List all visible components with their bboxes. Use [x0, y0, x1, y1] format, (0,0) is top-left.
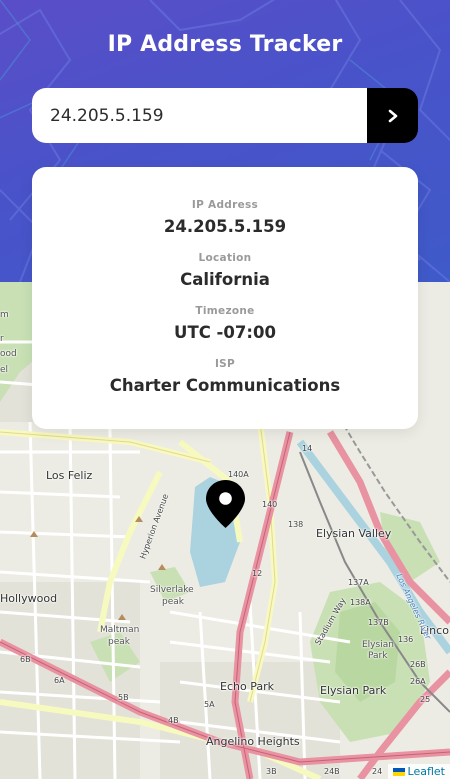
- timezone-value: UTC -07:00: [174, 323, 276, 342]
- map-label-edge-el: el: [0, 365, 9, 375]
- map-exit-label: 12: [252, 569, 263, 578]
- map-label-edge-r: r: [0, 334, 4, 344]
- map-exit-label: 137A: [348, 578, 369, 587]
- map-exit-label: 24B: [324, 767, 340, 776]
- map-label-maltman: Maltman: [100, 625, 140, 635]
- map-exit-label: 3B: [266, 767, 277, 776]
- map-exit-label: 6B: [20, 655, 31, 664]
- chevron-right-icon: [388, 109, 397, 122]
- map-label-silverlake: Silverlake: [150, 585, 194, 595]
- ip-address-value: 24.205.5.159: [163, 217, 287, 236]
- map-label-elysian-park: Elysian Park: [320, 684, 387, 697]
- map-exit-label: 137B: [368, 618, 389, 627]
- ip-search-form: [32, 88, 418, 143]
- map-label-hollywood: Hollywood: [0, 592, 58, 605]
- isp-value: Charter Communications: [109, 376, 341, 395]
- map-exit-label: 5B: [118, 693, 129, 702]
- map-exit-label: 140A: [228, 470, 249, 479]
- map-attribution[interactable]: Leaflet: [387, 764, 450, 779]
- map-exit-label: 24: [372, 767, 383, 776]
- map-exit-label: 138A: [350, 598, 371, 607]
- map-exit-label: 14: [302, 444, 313, 453]
- map-exit-label: 25: [420, 695, 431, 704]
- map-exit-label: 138: [288, 520, 304, 529]
- map-exit-label: 136: [398, 635, 414, 644]
- map-exit-label: 6A: [54, 676, 65, 685]
- leaflet-link[interactable]: Leaflet: [408, 765, 445, 778]
- map-label-park: Park: [368, 651, 388, 661]
- ip-search-input[interactable]: [32, 88, 367, 143]
- map-exit-label: 5A: [204, 700, 215, 709]
- ukraine-flag-icon: [392, 767, 405, 776]
- timezone-label: Timezone: [195, 305, 255, 317]
- page-title: IP Address Tracker: [107, 32, 343, 57]
- map-exit-label: 26A: [410, 677, 426, 686]
- location-value: California: [180, 270, 270, 289]
- map-label-angelino-heights: Angelino Heights: [206, 735, 300, 748]
- map-label-peak-1: peak: [162, 597, 184, 607]
- isp-label: ISP: [214, 358, 236, 370]
- map-label-peak-2: peak: [108, 637, 130, 647]
- map-exit-label: 140: [262, 500, 278, 509]
- map-exit-label: 26B: [410, 660, 426, 669]
- ip-info-card: IP Address 24.205.5.159 Location Califor…: [32, 167, 418, 429]
- location-label: Location: [198, 252, 252, 264]
- map-label-edge-ood: ood: [0, 349, 17, 359]
- map-exit-label: 4B: [168, 716, 179, 725]
- search-submit-button[interactable]: [367, 88, 418, 143]
- location-pin-icon[interactable]: [205, 479, 246, 529]
- map-label-elysian: Elysian: [362, 640, 394, 650]
- map-label-edge-m: m: [0, 310, 9, 320]
- map-label-elysian-valley: Elysian Valley: [316, 527, 392, 540]
- map-label-los-feliz: Los Feliz: [46, 469, 93, 482]
- ip-address-label: IP Address: [191, 199, 259, 211]
- map-label-echo-park: Echo Park: [220, 680, 274, 693]
